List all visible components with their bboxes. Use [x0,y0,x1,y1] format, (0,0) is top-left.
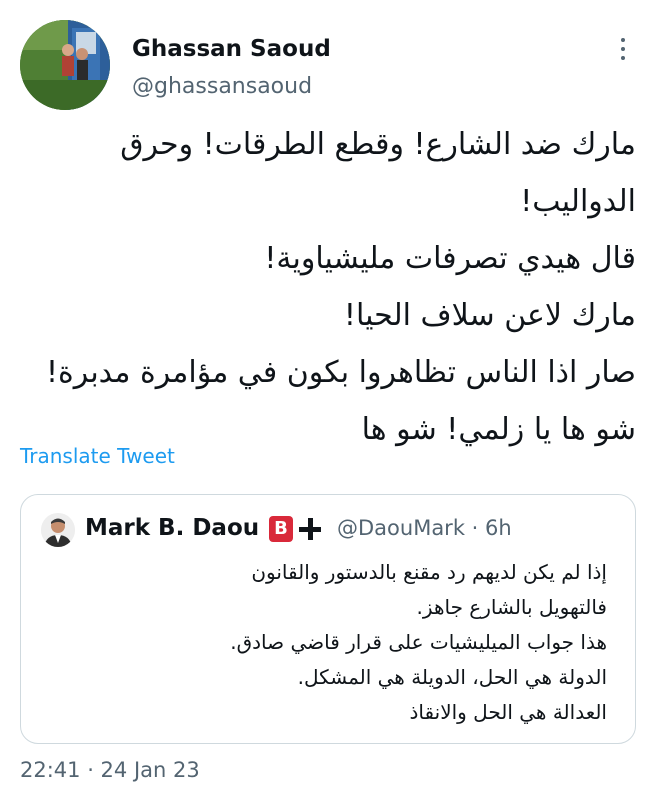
author-handle[interactable]: @ghassansaoud [132,74,312,99]
quoted-text-line: إذا لم يكن لديهم رد مقنع بالدستور والقان… [251,560,607,584]
author-avatar[interactable] [20,20,110,110]
plus-icon [298,517,322,541]
affiliation-badge: B [269,516,293,542]
quoted-text-line: فالتهويل بالشارع جاهز. [416,595,607,619]
author-name[interactable]: Ghassan Saoud [132,36,331,62]
translate-tweet-link[interactable]: Translate Tweet [20,444,175,468]
quoted-text-line: هذا جواب الميليشيات على قرار قاضي صادق. [230,630,607,654]
quoted-author-avatar-image [41,513,75,547]
quoted-author-avatar[interactable] [41,513,75,547]
more-dot [621,56,625,60]
tweet-timestamp[interactable]: 22:41 · 24 Jan 23 [20,758,200,782]
more-vertical-icon[interactable] [618,34,628,64]
tweet-text-line: قال هيدي تصرفات مليشياوية! [264,241,636,276]
author-avatar-image [20,20,110,110]
tweet-text: مارك ضد الشارع! وقطع الطرقات! وحرق الدوا… [20,116,636,458]
quoted-tweet-card[interactable]: Mark B. Daou B @DaouMark · 6h إذا لم يكن… [20,494,636,744]
quoted-text-line: الدولة هي الحل، الدويلة هي المشكل. [297,665,607,689]
quoted-author-name[interactable]: Mark B. Daou [85,515,259,541]
quoted-text-line: العدالة هي الحل والانقاذ [409,700,607,724]
tweet-text-line: الدواليب! [520,184,636,219]
more-dot [621,47,625,51]
tweet-header: Ghassan Saoud @ghassansaoud [20,20,636,112]
quoted-tweet-header: Mark B. Daou B @DaouMark · 6h [41,513,621,549]
quoted-author-meta[interactable]: @DaouMark · 6h [337,516,512,540]
more-dot [621,38,625,42]
quoted-tweet-text: إذا لم يكن لديهم رد مقنع بالدستور والقان… [37,555,607,730]
tweet-text-line: مارك لاعن سلاف الحيا! [343,298,636,333]
tweet-text-line: صار اذا الناس تظاهروا بكون في مؤامرة مدب… [46,355,636,390]
tweet-text-line: مارك ضد الشارع! وقطع الطرقات! وحرق [120,127,636,162]
